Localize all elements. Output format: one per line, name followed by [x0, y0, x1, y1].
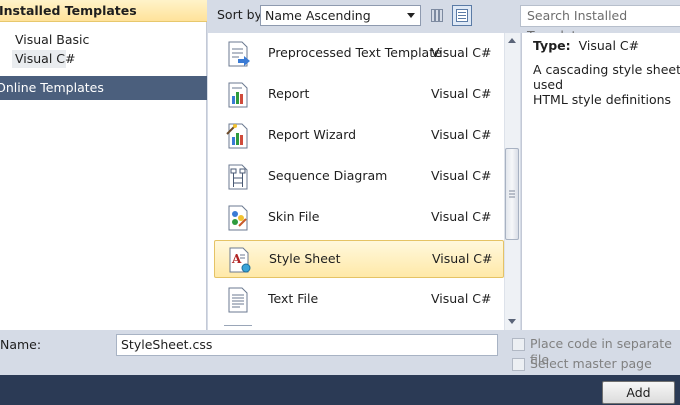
svg-text:A: A	[231, 252, 242, 266]
skin-file-icon	[228, 205, 248, 231]
template-language: Visual C#	[431, 209, 492, 224]
scroll-up-arrow-icon[interactable]	[505, 34, 519, 48]
template-language: Visual C#	[431, 168, 492, 183]
template-type-line: Type: Visual C#	[533, 38, 639, 54]
template-row-report[interactable]: Report Visual C#	[214, 76, 504, 114]
type-label: Type:	[533, 38, 571, 53]
installed-templates-header[interactable]: Installed Templates	[0, 0, 207, 22]
template-row-text-file[interactable]: Text File Visual C#	[214, 281, 504, 319]
report-icon	[228, 82, 248, 108]
template-name: Report	[268, 86, 310, 101]
template-name: Report Wizard	[268, 127, 357, 142]
template-description: A cascading style sheet used HTML style …	[533, 62, 680, 107]
text-template-icon	[228, 41, 250, 67]
scroll-down-arrow-icon[interactable]	[505, 314, 519, 328]
template-language: Visual C#	[431, 291, 492, 306]
template-row-sequence-diagram[interactable]: Sequence Diagram Visual C#	[214, 158, 504, 196]
small-icons-view-button[interactable]	[452, 5, 472, 26]
name-label: Name:	[0, 337, 42, 352]
tree-item-visual-csharp[interactable]: Visual C#	[13, 50, 78, 68]
template-name: Skin File	[268, 209, 320, 224]
grip-icon	[509, 190, 515, 198]
template-row-preprocessed-text[interactable]: Preprocessed Text Template Visual C#	[214, 35, 504, 73]
template-language: Visual C#	[432, 251, 493, 266]
type-value: Visual C#	[578, 38, 640, 53]
scrollbar-thumb[interactable]	[505, 148, 519, 240]
sort-by-label: Sort by:	[217, 7, 266, 22]
report-wizard-icon	[226, 123, 248, 149]
tree-item-visual-basic[interactable]: Visual Basic	[13, 31, 91, 49]
medium-icons-view-button[interactable]	[427, 5, 447, 26]
template-language: Visual C#	[431, 127, 492, 142]
add-button[interactable]: Add	[602, 381, 675, 404]
template-row-skin-file[interactable]: Skin File Visual C#	[214, 199, 504, 237]
template-name: Text File	[268, 291, 319, 306]
name-input[interactable]: StyleSheet.css	[116, 334, 498, 356]
list-view-icon	[456, 9, 468, 22]
select-master-page-checkbox[interactable]	[512, 358, 525, 371]
template-name: Style Sheet	[269, 251, 341, 266]
template-language: Visual C#	[431, 45, 492, 60]
dialog-footer	[0, 375, 680, 405]
template-list: Preprocessed Text Template Visual C# Rep…	[208, 33, 504, 330]
chevron-down-icon	[407, 13, 415, 18]
template-row-style-sheet[interactable]: A Style Sheet Visual C#	[214, 240, 504, 278]
template-name: Preprocessed Text Template	[268, 45, 442, 60]
sequence-diagram-icon	[228, 164, 248, 190]
place-code-checkbox[interactable]	[512, 338, 525, 351]
sort-dropdown[interactable]: Name Ascending	[260, 5, 421, 26]
select-master-page-label: Select master page	[530, 356, 652, 371]
search-installed-templates-input[interactable]: Search Installed Templates	[520, 5, 680, 43]
sort-dropdown-value: Name Ascending	[265, 8, 371, 23]
template-name: Sequence Diagram	[268, 168, 388, 183]
style-sheet-icon: A	[229, 247, 251, 273]
grid-view-icon	[431, 9, 443, 22]
online-templates-header[interactable]: Online Templates	[0, 76, 207, 100]
template-row-report-wizard[interactable]: Report Wizard Visual C#	[214, 117, 504, 155]
text-file-icon	[228, 287, 248, 313]
template-language: Visual C#	[431, 86, 492, 101]
